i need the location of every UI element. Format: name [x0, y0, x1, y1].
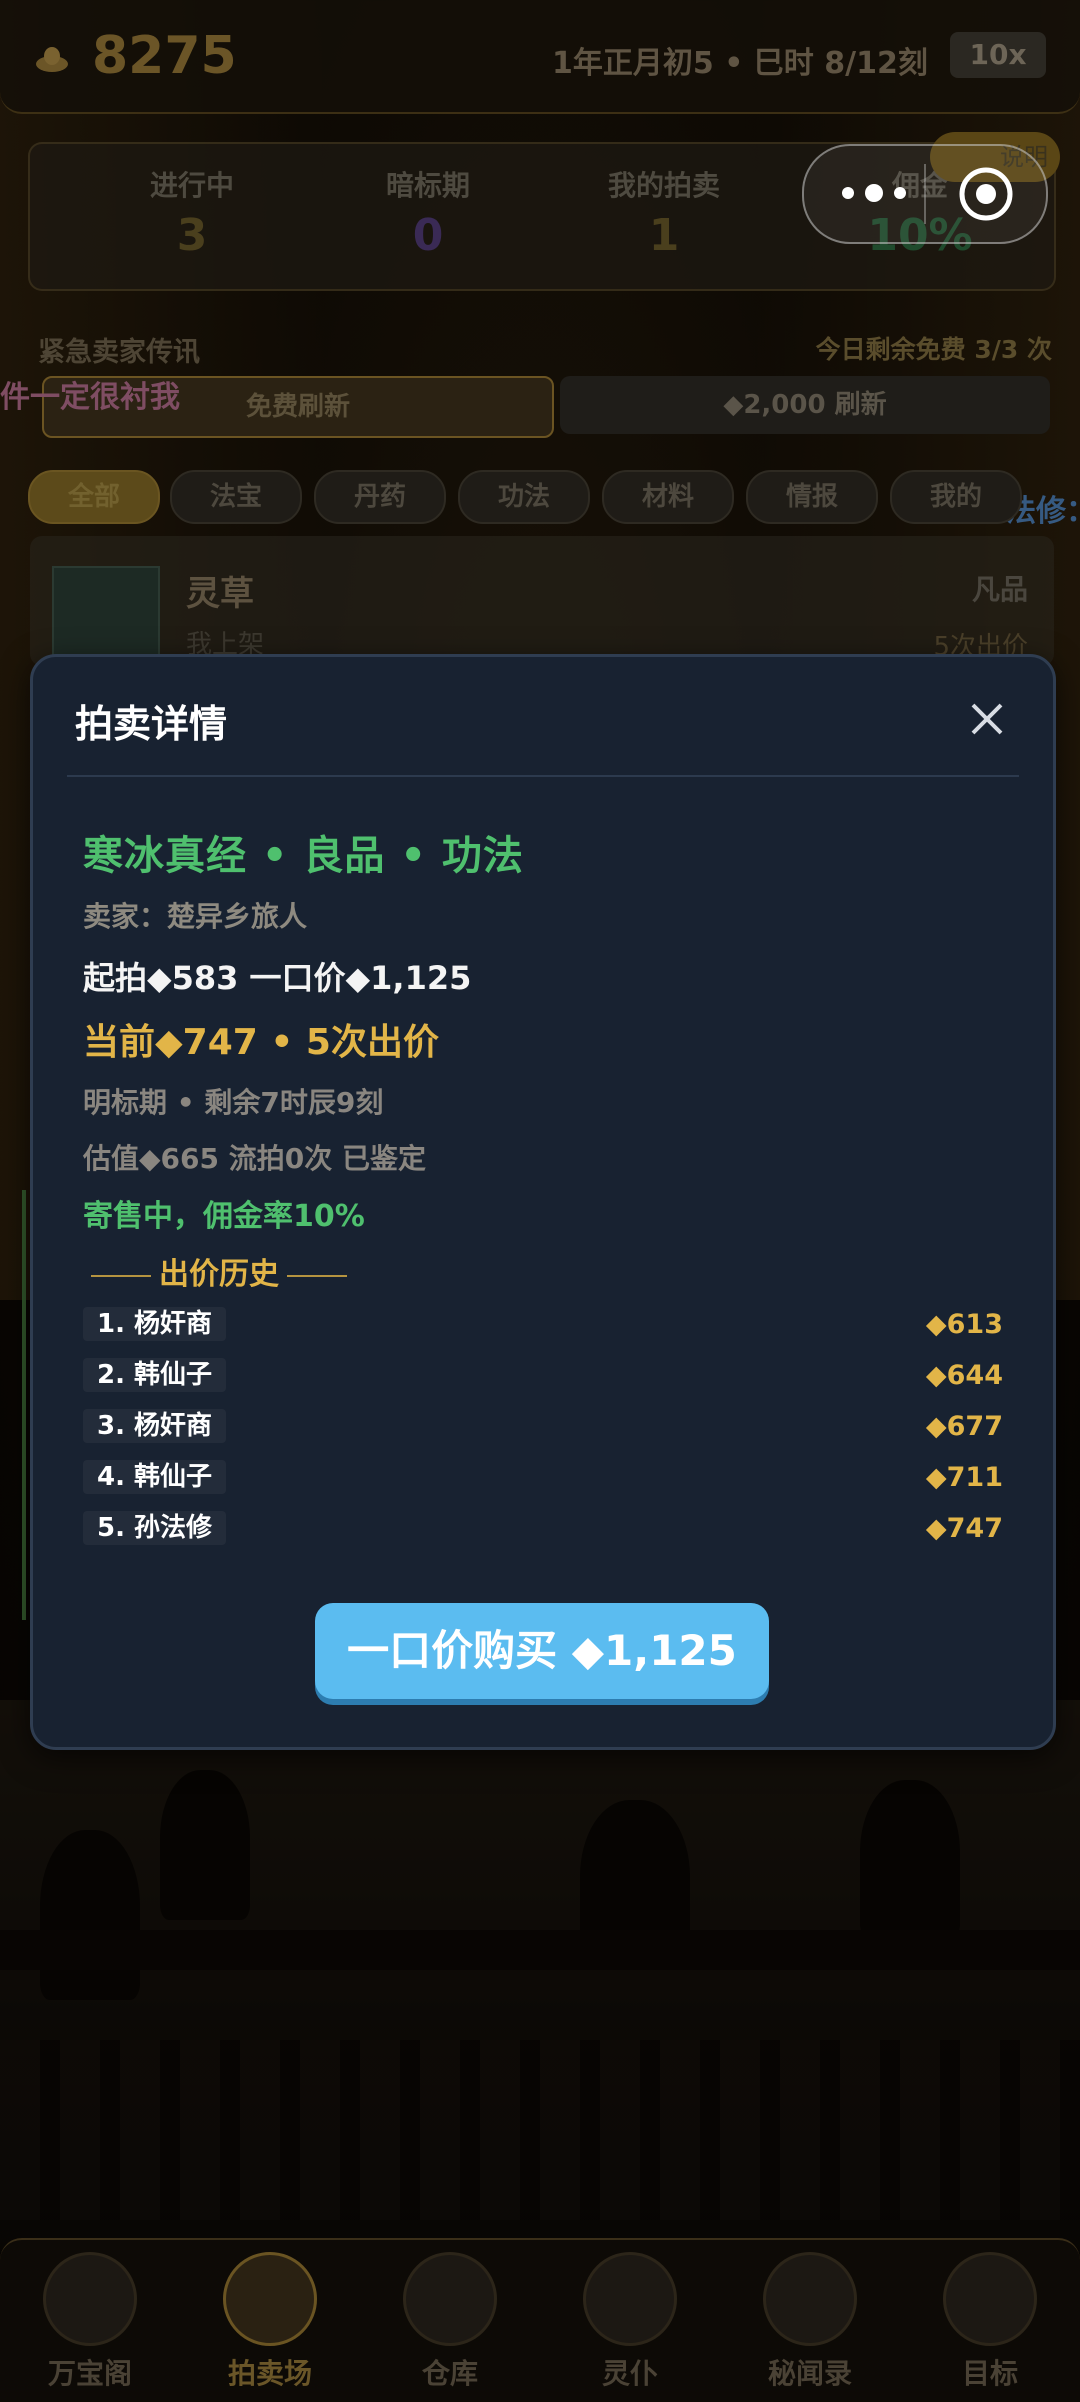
start-and-buyout-price: 起拍◆583 一口价◆1,125 [83, 959, 472, 997]
listing-card[interactable]: 灵草 我上架 凡品 5次出价 [30, 536, 1054, 670]
warehouse-icon [403, 2252, 497, 2346]
tab-mine[interactable]: 我的 [890, 470, 1022, 524]
paid-refresh-button[interactable]: ◆2,000 刷新 [560, 376, 1050, 434]
book-icon [763, 2252, 857, 2346]
bid-history-row: 5. 孙法修 ◆747 [83, 1511, 1003, 1547]
estimate-info: 估值◆665 流拍0次 已鉴定 [83, 1142, 426, 1175]
nav-auction-house[interactable]: 拍卖场 [190, 2252, 350, 2392]
auction-crest-icon [223, 2252, 317, 2346]
bid-history-row: 4. 韩仙子 ◆711 [83, 1460, 1003, 1496]
bid-history-row: 2. 韩仙子 ◆644 [83, 1358, 1003, 1394]
stat-in-progress: 进行中 3 [149, 169, 234, 261]
target-icon [943, 2252, 1037, 2346]
seller-info: 卖家：楚异乡旅人 [83, 900, 308, 933]
speed-button[interactable]: 10x [950, 32, 1046, 78]
coin-balance: 8275 [92, 26, 237, 86]
close-icon[interactable] [965, 697, 1009, 741]
nav-warehouse[interactable]: 仓库 [370, 2252, 530, 2392]
tab-pills[interactable]: 丹药 [314, 470, 446, 524]
buyout-button[interactable]: 一口价购买 ◆1,125 [315, 1603, 769, 1699]
bid-history-heading: 出价历史 [83, 1249, 355, 1293]
close-miniprogram-icon[interactable] [956, 164, 1016, 224]
nav-servants[interactable]: 灵仆 [550, 2252, 710, 2392]
top-bar: 8275 1年正月初5 • 巳时 8/12刻 10x [0, 0, 1080, 114]
bid-history-row: 1. 杨奸商 ◆613 [83, 1307, 1003, 1343]
card-accent [22, 1190, 26, 1620]
treasure-orb-icon [43, 2252, 137, 2346]
tab-all[interactable]: 全部 [28, 470, 160, 524]
current-bid: 当前◆747 • 5次出价 [83, 1022, 439, 1063]
nav-treasure-pavilion[interactable]: 万宝阁 [10, 2252, 170, 2392]
servant-icon [583, 2252, 677, 2346]
bottom-navigation: 万宝阁 拍卖场 仓库 灵仆 秘闻录 目标 [0, 2238, 1080, 2402]
modal-title: 拍卖详情 [75, 702, 228, 746]
tab-artifacts[interactable]: 法宝 [170, 470, 302, 524]
bid-history-row: 3. 杨奸商 ◆677 [83, 1409, 1003, 1445]
listing-grade: 凡品 [971, 573, 1028, 606]
messenger-title: 紧急卖家传讯 [38, 337, 200, 368]
nav-goals[interactable]: 目标 [910, 2252, 1070, 2392]
miniprogram-capsule [802, 144, 1048, 244]
listing-name: 灵草 [186, 574, 254, 614]
tab-techniques[interactable]: 功法 [458, 470, 590, 524]
nav-secret-records[interactable]: 秘闻录 [730, 2252, 890, 2392]
tab-intel[interactable]: 情报 [746, 470, 878, 524]
seller-messenger: 紧急卖家传讯 今日剩余免费 3/3 次 免费刷新 ◆2,000 刷新 [28, 312, 1052, 452]
auction-phase: 明标期 • 剩余7时辰9刻 [83, 1086, 384, 1119]
stat-blind-period: 暗标期 0 [385, 169, 470, 261]
item-title: 寒冰真经 • 良品 • 功法 [83, 833, 524, 879]
category-tabs: 全部 法宝 丹药 功法 材料 情报 我的 [28, 470, 1028, 524]
free-refresh-count: 今日剩余免费 3/3 次 [815, 335, 1052, 364]
consignment-status: 寄售中，佣金率10% [83, 1199, 365, 1234]
tab-materials[interactable]: 材料 [602, 470, 734, 524]
auction-detail-modal: 拍卖详情 寒冰真经 • 良品 • 功法 卖家：楚异乡旅人 起拍◆583 一口价◆… [30, 654, 1056, 1750]
danmaku-text: 件一定很衬我 [0, 380, 180, 415]
gold-ingot-icon [36, 47, 68, 72]
game-date: 1年正月初5 • 巳时 8/12刻 [552, 46, 928, 81]
more-dots-icon[interactable] [834, 168, 914, 218]
stat-my-auctions: 我的拍卖 1 [607, 169, 720, 261]
divider [67, 775, 1019, 777]
